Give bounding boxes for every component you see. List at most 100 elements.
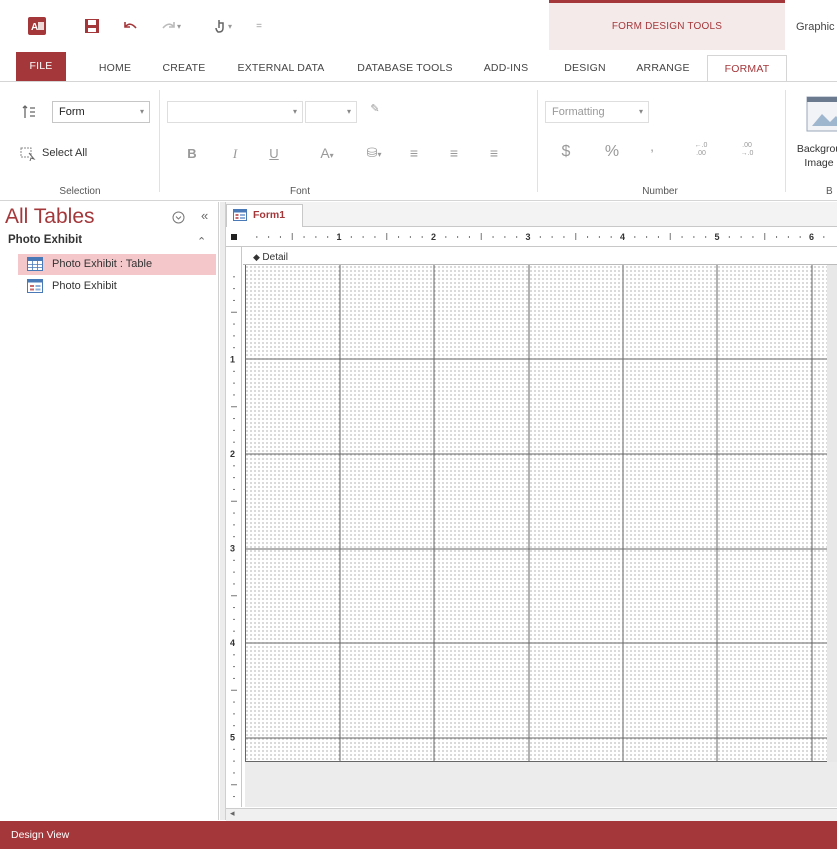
tab-file[interactable]: FILE <box>16 52 66 81</box>
tab-create[interactable]: CREATE <box>156 55 212 81</box>
align-left-icon[interactable]: ≡ <box>404 145 424 161</box>
tab-add-ins[interactable]: ADD-INS <box>474 55 538 81</box>
decrease-decimals-icon[interactable]: .00 →.0 <box>734 142 760 158</box>
align-center-icon[interactable]: ≡ <box>444 145 464 161</box>
tab-database-tools[interactable]: DATABASE TOOLS <box>346 55 464 81</box>
ruler-number: 5 <box>230 733 235 743</box>
background-image-icon[interactable] <box>806 96 837 132</box>
ruler-tick <box>233 701 235 703</box>
save-icon[interactable] <box>82 16 102 36</box>
font-color-button[interactable]: A▾ <box>310 145 344 161</box>
ruler-tick <box>233 713 235 715</box>
ruler-tick <box>231 595 237 597</box>
ruler-number: 4 <box>620 232 625 242</box>
italic-button[interactable]: I <box>225 146 245 162</box>
currency-button[interactable]: $ <box>556 143 576 161</box>
ruler-tick <box>231 406 237 408</box>
collapse-pane-icon[interactable]: « <box>201 208 208 223</box>
increase-decimals-icon[interactable]: ←.0.00 <box>688 142 714 158</box>
nav-item-photo-exhibit-form[interactable]: Photo Exhibit <box>18 276 216 297</box>
format-painter-icon[interactable]: ✎ <box>365 102 385 115</box>
ruler-tick <box>776 236 778 238</box>
ruler-tick <box>409 236 411 238</box>
ruler-tick <box>610 236 612 238</box>
ruler-number: 1 <box>337 232 342 242</box>
bold-button[interactable]: B <box>182 146 202 161</box>
font-group-label: Font <box>289 186 310 197</box>
ruler-tick <box>362 236 364 238</box>
background-image-label-1: Backgrou <box>796 143 837 155</box>
document-tab-form1[interactable]: Form1 <box>226 204 303 227</box>
ruler-number: 6 <box>809 232 814 242</box>
nav-group-header[interactable]: Photo Exhibit <box>8 234 82 246</box>
ruler-tick <box>233 618 235 620</box>
ruler-tick <box>468 236 470 238</box>
ruler-tick <box>233 583 235 585</box>
touch-mode-icon[interactable]: ▾ <box>209 16 237 36</box>
touch-dropdown-icon[interactable]: ▾ <box>228 22 232 31</box>
ruler-tick <box>327 236 329 238</box>
tab-arrange[interactable]: ARRANGE <box>628 55 698 81</box>
number-group-label: Number <box>642 186 678 197</box>
ruler-tick <box>233 725 235 727</box>
tab-format[interactable]: FORMAT <box>707 55 787 83</box>
ruler-tick <box>398 236 400 238</box>
form-right-edge[interactable] <box>827 265 837 762</box>
window-title: Graphic <box>796 21 835 33</box>
ruler-tick <box>233 323 235 325</box>
access-app-icon[interactable]: A <box>26 16 48 36</box>
ruler-tick <box>231 500 237 502</box>
vertical-ruler[interactable]: 1 2 3 4 5 <box>226 247 242 807</box>
background-color-button[interactable]: ⛁▾ <box>358 145 390 161</box>
horizontal-scrollbar[interactable]: ◂ <box>226 808 837 821</box>
group-divider <box>159 90 160 192</box>
ruler-tick <box>233 288 235 290</box>
ruler-tick <box>504 236 506 238</box>
object-selector-icon <box>22 104 36 120</box>
customize-qat-icon[interactable]: = <box>252 16 266 36</box>
ruler-tick <box>268 236 270 238</box>
scroll-left-icon[interactable]: ◂ <box>230 808 235 819</box>
ruler-tick <box>657 236 659 238</box>
nav-pane-title[interactable]: All Tables <box>5 205 95 229</box>
nav-item-photo-exhibit-table[interactable]: Photo Exhibit : Table <box>18 254 216 275</box>
ruler-tick <box>233 477 235 479</box>
ruler-tick <box>233 748 235 750</box>
ruler-tick <box>233 276 235 278</box>
ruler-tick <box>752 236 754 238</box>
form-design-grid[interactable] <box>245 265 827 762</box>
status-bar: Design View <box>0 821 837 849</box>
selection-group-label: Selection <box>59 186 101 197</box>
tab-home[interactable]: HOME <box>84 55 146 81</box>
redo-icon[interactable]: ▾ <box>158 16 184 36</box>
undo-icon[interactable] <box>120 16 140 36</box>
horizontal-ruler[interactable]: 1 2 3 4 5 6 <box>226 227 837 247</box>
number-format-dropdown[interactable]: Formatting ▾ <box>545 101 649 123</box>
ruler-tick <box>551 236 553 238</box>
underline-button[interactable]: U <box>264 146 284 161</box>
background-image-button[interactable]: Backgrou Image <box>789 142 837 170</box>
ruler-tick <box>233 299 235 301</box>
ruler-number: 4 <box>230 638 235 648</box>
ruler-tick <box>457 236 459 238</box>
nav-menu-icon[interactable] <box>172 211 186 225</box>
ruler-tick <box>233 465 235 467</box>
status-view-label: Design View <box>11 829 70 841</box>
redo-dropdown-icon[interactable]: ▾ <box>177 22 181 31</box>
font-name-dropdown[interactable]: ▾ <box>167 101 303 123</box>
ruler-tick <box>350 236 352 238</box>
detail-section-label: Detail <box>262 252 288 263</box>
tab-design[interactable]: DESIGN <box>557 55 613 81</box>
ruler-tick <box>374 236 376 238</box>
font-size-dropdown[interactable]: ▾ <box>305 101 357 123</box>
align-right-icon[interactable]: ≡ <box>484 145 504 161</box>
select-all-button[interactable]: Select All <box>20 146 120 164</box>
ruler-tick <box>740 236 742 238</box>
tab-external-data[interactable]: EXTERNAL DATA <box>226 55 336 81</box>
document-tab-label: Form1 <box>253 209 286 221</box>
detail-section-header[interactable]: ◆ Detail <box>243 249 837 265</box>
collapse-group-icon[interactable]: ⌃ <box>197 235 206 248</box>
comma-button[interactable]: ’ <box>643 146 661 162</box>
percent-button[interactable]: % <box>600 143 624 161</box>
object-selector-dropdown[interactable]: Form ▾ <box>52 101 150 123</box>
